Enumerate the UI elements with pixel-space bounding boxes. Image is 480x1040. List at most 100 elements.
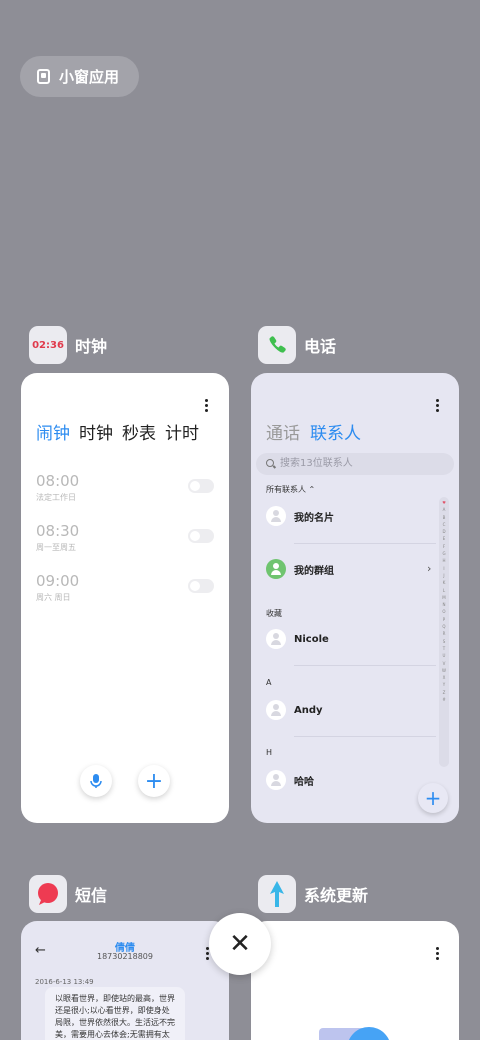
index-letter[interactable]: V — [439, 660, 449, 667]
my-card-row[interactable]: 我的名片 — [266, 506, 334, 526]
alarm-time: 08:00 — [36, 472, 80, 490]
all-contacts-filter[interactable]: 所有联系人 ⌃ — [266, 484, 315, 495]
phone-app-title: 电话 — [304, 337, 337, 356]
tab-alarm[interactable]: 闹钟 — [36, 419, 70, 444]
phone-tabs: 通话 联系人 — [266, 419, 361, 444]
avatar — [266, 629, 286, 649]
add-contact-button[interactable]: + — [418, 783, 448, 813]
sms-app-icon — [29, 875, 67, 913]
search-icon — [266, 459, 274, 467]
index-letter[interactable]: T — [439, 645, 449, 652]
group-icon — [266, 559, 286, 579]
clock-app-title: 时钟 — [75, 337, 108, 356]
index-letter[interactable]: L — [439, 587, 449, 594]
message-bubble[interactable]: 以眼看世界，即使站的最高，世界还是很小;以心看世界，即使身处局限，世界依然很大。… — [45, 987, 185, 1040]
index-letter[interactable]: # — [439, 696, 449, 703]
tab-stopwatch[interactable]: 秒表 — [122, 419, 156, 444]
my-groups-row[interactable]: 我的群组 — [266, 559, 334, 579]
contact-name: Andy — [294, 704, 323, 716]
contact-search-input[interactable]: 搜索13位联系人 — [256, 453, 454, 475]
clock-app-icon: 02:36 — [29, 326, 67, 364]
conversation-number: 18730218809 — [97, 952, 153, 961]
index-letter[interactable]: J — [439, 572, 449, 579]
index-letter[interactable]: S — [439, 638, 449, 645]
alarm-item[interactable]: 08:30 周一至周五 — [36, 522, 79, 553]
index-letter[interactable]: Z — [439, 689, 449, 696]
contact-row[interactable]: Nicole — [266, 629, 329, 649]
divider — [294, 736, 436, 737]
phone-app-icon — [258, 326, 296, 364]
index-letter[interactable]: ♥ — [439, 499, 449, 506]
index-letter[interactable]: I — [439, 565, 449, 572]
index-letter[interactable]: M — [439, 594, 449, 601]
avatar — [266, 700, 286, 720]
avatar — [266, 506, 286, 526]
close-all-button[interactable]: ✕ — [209, 913, 271, 975]
clock-app-header[interactable]: 02:36 时钟 — [29, 326, 107, 364]
plus-icon: + — [424, 786, 442, 810]
index-letter[interactable]: D — [439, 528, 449, 535]
index-letter[interactable]: U — [439, 652, 449, 659]
index-letter[interactable]: F — [439, 543, 449, 550]
alarm-toggle[interactable] — [188, 479, 214, 493]
alarm-item[interactable]: 09:00 周六 周日 — [36, 572, 79, 603]
tab-clock[interactable]: 时钟 — [79, 419, 113, 444]
index-letter[interactable]: A — [439, 506, 449, 513]
sms-app-card[interactable]: ← 倩倩 18730218809 2016-6-13 13:49 以眼看世界，即… — [21, 921, 229, 1040]
contact-row[interactable]: 哈哈 — [266, 770, 314, 790]
close-icon: ✕ — [229, 929, 251, 959]
chevron-right-icon: › — [427, 562, 432, 575]
alarm-toggle[interactable] — [188, 579, 214, 593]
plus-icon: + — [144, 768, 164, 794]
index-letter[interactable]: X — [439, 674, 449, 681]
small-window-label: 小窗应用 — [59, 68, 120, 86]
clock-app-card[interactable]: 闹钟 时钟 秒表 计时 08:00 法定工作日 08:30 周一至周五 09:0… — [21, 373, 229, 823]
more-icon[interactable] — [436, 399, 439, 414]
tab-calls[interactable]: 通话 — [266, 419, 300, 444]
clock-tabs: 闹钟 时钟 秒表 计时 — [36, 419, 199, 444]
search-placeholder: 搜索13位联系人 — [280, 458, 353, 469]
index-letter[interactable]: W — [439, 667, 449, 674]
alphabet-index-scrollbar[interactable]: ♥ A B C D E F G H I J K L M N O P Q R S T U V W X Y Z # — [439, 497, 449, 767]
index-letter[interactable]: N — [439, 601, 449, 608]
tab-contacts[interactable]: 联系人 — [310, 419, 361, 444]
divider — [294, 665, 436, 666]
index-letter[interactable]: R — [439, 630, 449, 637]
index-letter[interactable]: C — [439, 521, 449, 528]
alarm-item[interactable]: 08:00 法定工作日 — [36, 472, 79, 503]
alarm-repeat: 周六 周日 — [36, 593, 71, 602]
index-letter[interactable]: B — [439, 514, 449, 521]
sms-app-header[interactable]: 短信 — [29, 875, 107, 913]
voice-alarm-button[interactable] — [80, 765, 112, 797]
sort-icon: ⌃ — [308, 485, 316, 494]
update-app-card[interactable] — [251, 921, 459, 1040]
contact-name: 哈哈 — [294, 776, 314, 788]
tab-timer[interactable]: 计时 — [165, 419, 199, 444]
alarm-time: 09:00 — [36, 572, 80, 590]
contact-name: 我的群组 — [294, 565, 334, 577]
small-window-apps-button[interactable]: 小窗应用 — [20, 56, 139, 97]
all-contacts-label: 所有联系人 — [266, 485, 306, 494]
alarm-toggle[interactable] — [188, 529, 214, 543]
phone-app-card[interactable]: 通话 联系人 搜索13位联系人 所有联系人 ⌃ 我的名片 我的群组 › 收藏 N… — [251, 373, 459, 823]
contact-row[interactable]: Andy — [266, 700, 323, 720]
index-letter[interactable]: Q — [439, 623, 449, 630]
microphone-icon — [90, 774, 102, 788]
index-letter[interactable]: H — [439, 557, 449, 564]
index-letter[interactable]: O — [439, 608, 449, 615]
index-letter[interactable]: E — [439, 535, 449, 542]
phone-handset-icon — [269, 336, 286, 353]
more-icon[interactable] — [436, 947, 439, 962]
phone-app-header[interactable]: 电话 — [258, 326, 336, 364]
update-app-header[interactable]: 系统更新 — [258, 875, 368, 913]
alarm-repeat: 周一至周五 — [36, 543, 76, 552]
update-arrow-icon — [270, 881, 284, 907]
index-letter[interactable]: P — [439, 616, 449, 623]
index-letter[interactable]: G — [439, 550, 449, 557]
add-alarm-button[interactable]: + — [138, 765, 170, 797]
index-letter[interactable]: K — [439, 579, 449, 586]
alarm-repeat: 法定工作日 — [36, 493, 76, 502]
sms-app-title: 短信 — [75, 886, 108, 905]
index-letter[interactable]: Y — [439, 681, 449, 688]
more-icon[interactable] — [205, 399, 208, 414]
